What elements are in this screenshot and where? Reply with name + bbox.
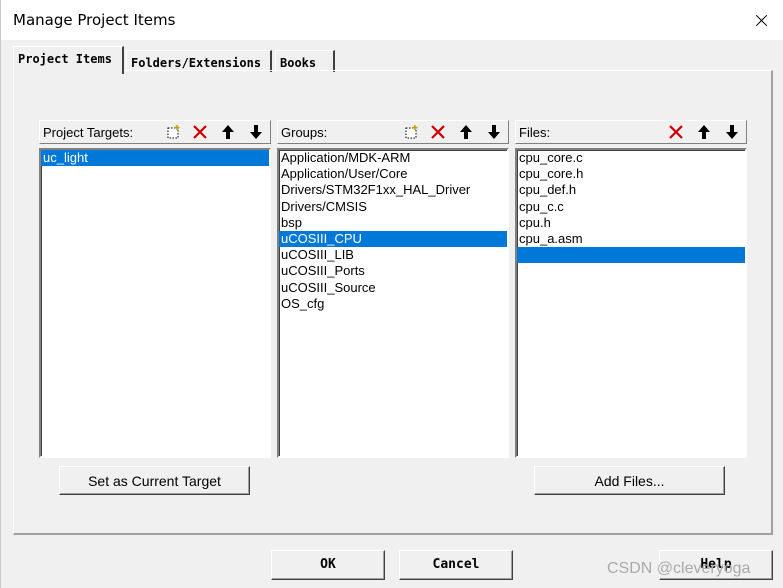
cancel-button[interactable]: Cancel	[399, 550, 513, 580]
list-item[interactable]: cpu.h	[517, 215, 745, 231]
watermark: CSDN @cleveryoga	[607, 560, 751, 577]
new-item-icon[interactable]	[162, 122, 184, 142]
list-item[interactable]: uCOSIII_CPU	[279, 230, 507, 248]
delete-icon[interactable]	[189, 122, 211, 142]
set-current-target-button[interactable]: Set as Current Target	[59, 466, 250, 495]
groups-label: Groups:	[281, 125, 328, 140]
list-item[interactable]: uCOSIII_LIB	[279, 247, 507, 263]
list-item[interactable]: Drivers/CMSIS	[279, 199, 507, 215]
list-item[interactable]: Application/User/Core	[279, 166, 507, 182]
add-files-label: Add Files...	[594, 473, 665, 489]
list-item[interactable]: cpu_core.c	[517, 150, 745, 166]
targets-header: Project Targets:	[39, 120, 271, 144]
title-bar: Manage Project Items	[1, 0, 783, 40]
list-item[interactable]: cpu_core.h	[517, 166, 745, 182]
move-up-icon[interactable]	[693, 122, 715, 142]
cancel-label: Cancel	[432, 557, 480, 572]
list-item[interactable]: Application/MDK-ARM	[279, 150, 507, 166]
delete-icon[interactable]	[427, 122, 449, 142]
list-item[interactable]: OS_cfg	[279, 296, 507, 312]
dialog-title: Manage Project Items	[13, 11, 176, 29]
list-item[interactable]: bsp	[279, 215, 507, 231]
window-edge	[1, 0, 4, 588]
set-current-target-label: Set as Current Target	[88, 473, 221, 489]
tab-project-items[interactable]: Project Items	[13, 46, 124, 74]
move-up-icon[interactable]	[217, 122, 239, 142]
ok-label: OK	[320, 557, 336, 572]
files-list[interactable]: cpu_core.c cpu_core.h cpu_def.h cpu_c.c cpu.…	[515, 148, 747, 458]
tab-folders-extensions[interactable]: Folders/Extensions	[126, 50, 272, 72]
groups-list[interactable]: Application/MDK-ARM Application/User/Core…	[277, 148, 509, 458]
targets-list[interactable]: uc_light	[39, 148, 271, 458]
files-header: Files:	[515, 120, 747, 144]
list-item[interactable]: cpu_c.c	[517, 199, 745, 215]
files-label: Files:	[519, 125, 551, 140]
list-item[interactable]: cpu_a.asm	[517, 231, 745, 247]
list-item[interactable]: uCOSIII_Source	[279, 280, 507, 296]
groups-header: Groups:	[277, 120, 509, 144]
close-icon[interactable]	[746, 6, 776, 34]
move-up-icon[interactable]	[455, 122, 477, 142]
ok-button[interactable]: OK	[271, 550, 385, 580]
delete-icon[interactable]	[665, 122, 687, 142]
list-item[interactable]	[517, 247, 745, 264]
list-item[interactable]: cpu_def.h	[517, 182, 745, 198]
move-down-icon[interactable]	[245, 122, 267, 142]
new-item-icon[interactable]	[400, 122, 422, 142]
list-item[interactable]: Drivers/STM32F1xx_HAL_Driver	[279, 182, 507, 198]
targets-label: Project Targets:	[43, 125, 134, 140]
move-down-icon[interactable]	[721, 122, 743, 142]
tab-books[interactable]: Books	[275, 50, 335, 72]
list-item[interactable]: uc_light	[41, 150, 269, 167]
add-files-button[interactable]: Add Files...	[534, 466, 725, 495]
move-down-icon[interactable]	[483, 122, 505, 142]
list-item[interactable]: uCOSIII_Ports	[279, 263, 507, 279]
manage-project-items-dialog: Manage Project Items Project Items Folde…	[0, 0, 783, 588]
